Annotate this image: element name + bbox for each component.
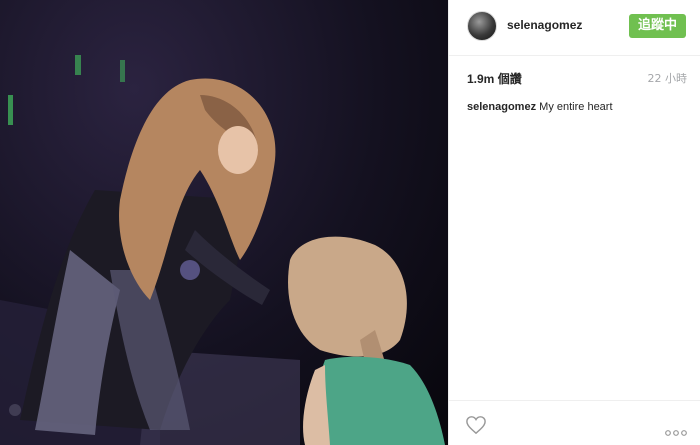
post-header: selenagomez 追蹤中	[449, 0, 700, 56]
heart-icon[interactable]	[465, 415, 487, 435]
views-label: 個讚	[497, 72, 522, 86]
concert-photo-illustration	[0, 55, 445, 445]
post-caption: selenagomez My entire heart	[467, 100, 689, 114]
post-timestamp[interactable]: 22 小時	[648, 70, 688, 86]
post-photo[interactable]	[0, 0, 448, 445]
profile-avatar[interactable]	[467, 11, 497, 41]
views-count: 1.9m 個讚	[467, 70, 522, 87]
following-button[interactable]: 追蹤中	[629, 14, 686, 38]
post-footer	[449, 400, 700, 445]
header-username[interactable]: selenagomez	[507, 18, 582, 32]
more-options-icon[interactable]	[665, 423, 687, 436]
caption-text: My entire heart	[539, 101, 613, 113]
post-stats: 1.9m 個讚 22 小時	[467, 70, 687, 86]
caption-username[interactable]: selenagomez	[467, 101, 536, 113]
post-details-panel: selenagomez 追蹤中 1.9m 個讚 22 小時 selenagome…	[448, 0, 700, 445]
views-number: 1.9m	[467, 72, 495, 86]
